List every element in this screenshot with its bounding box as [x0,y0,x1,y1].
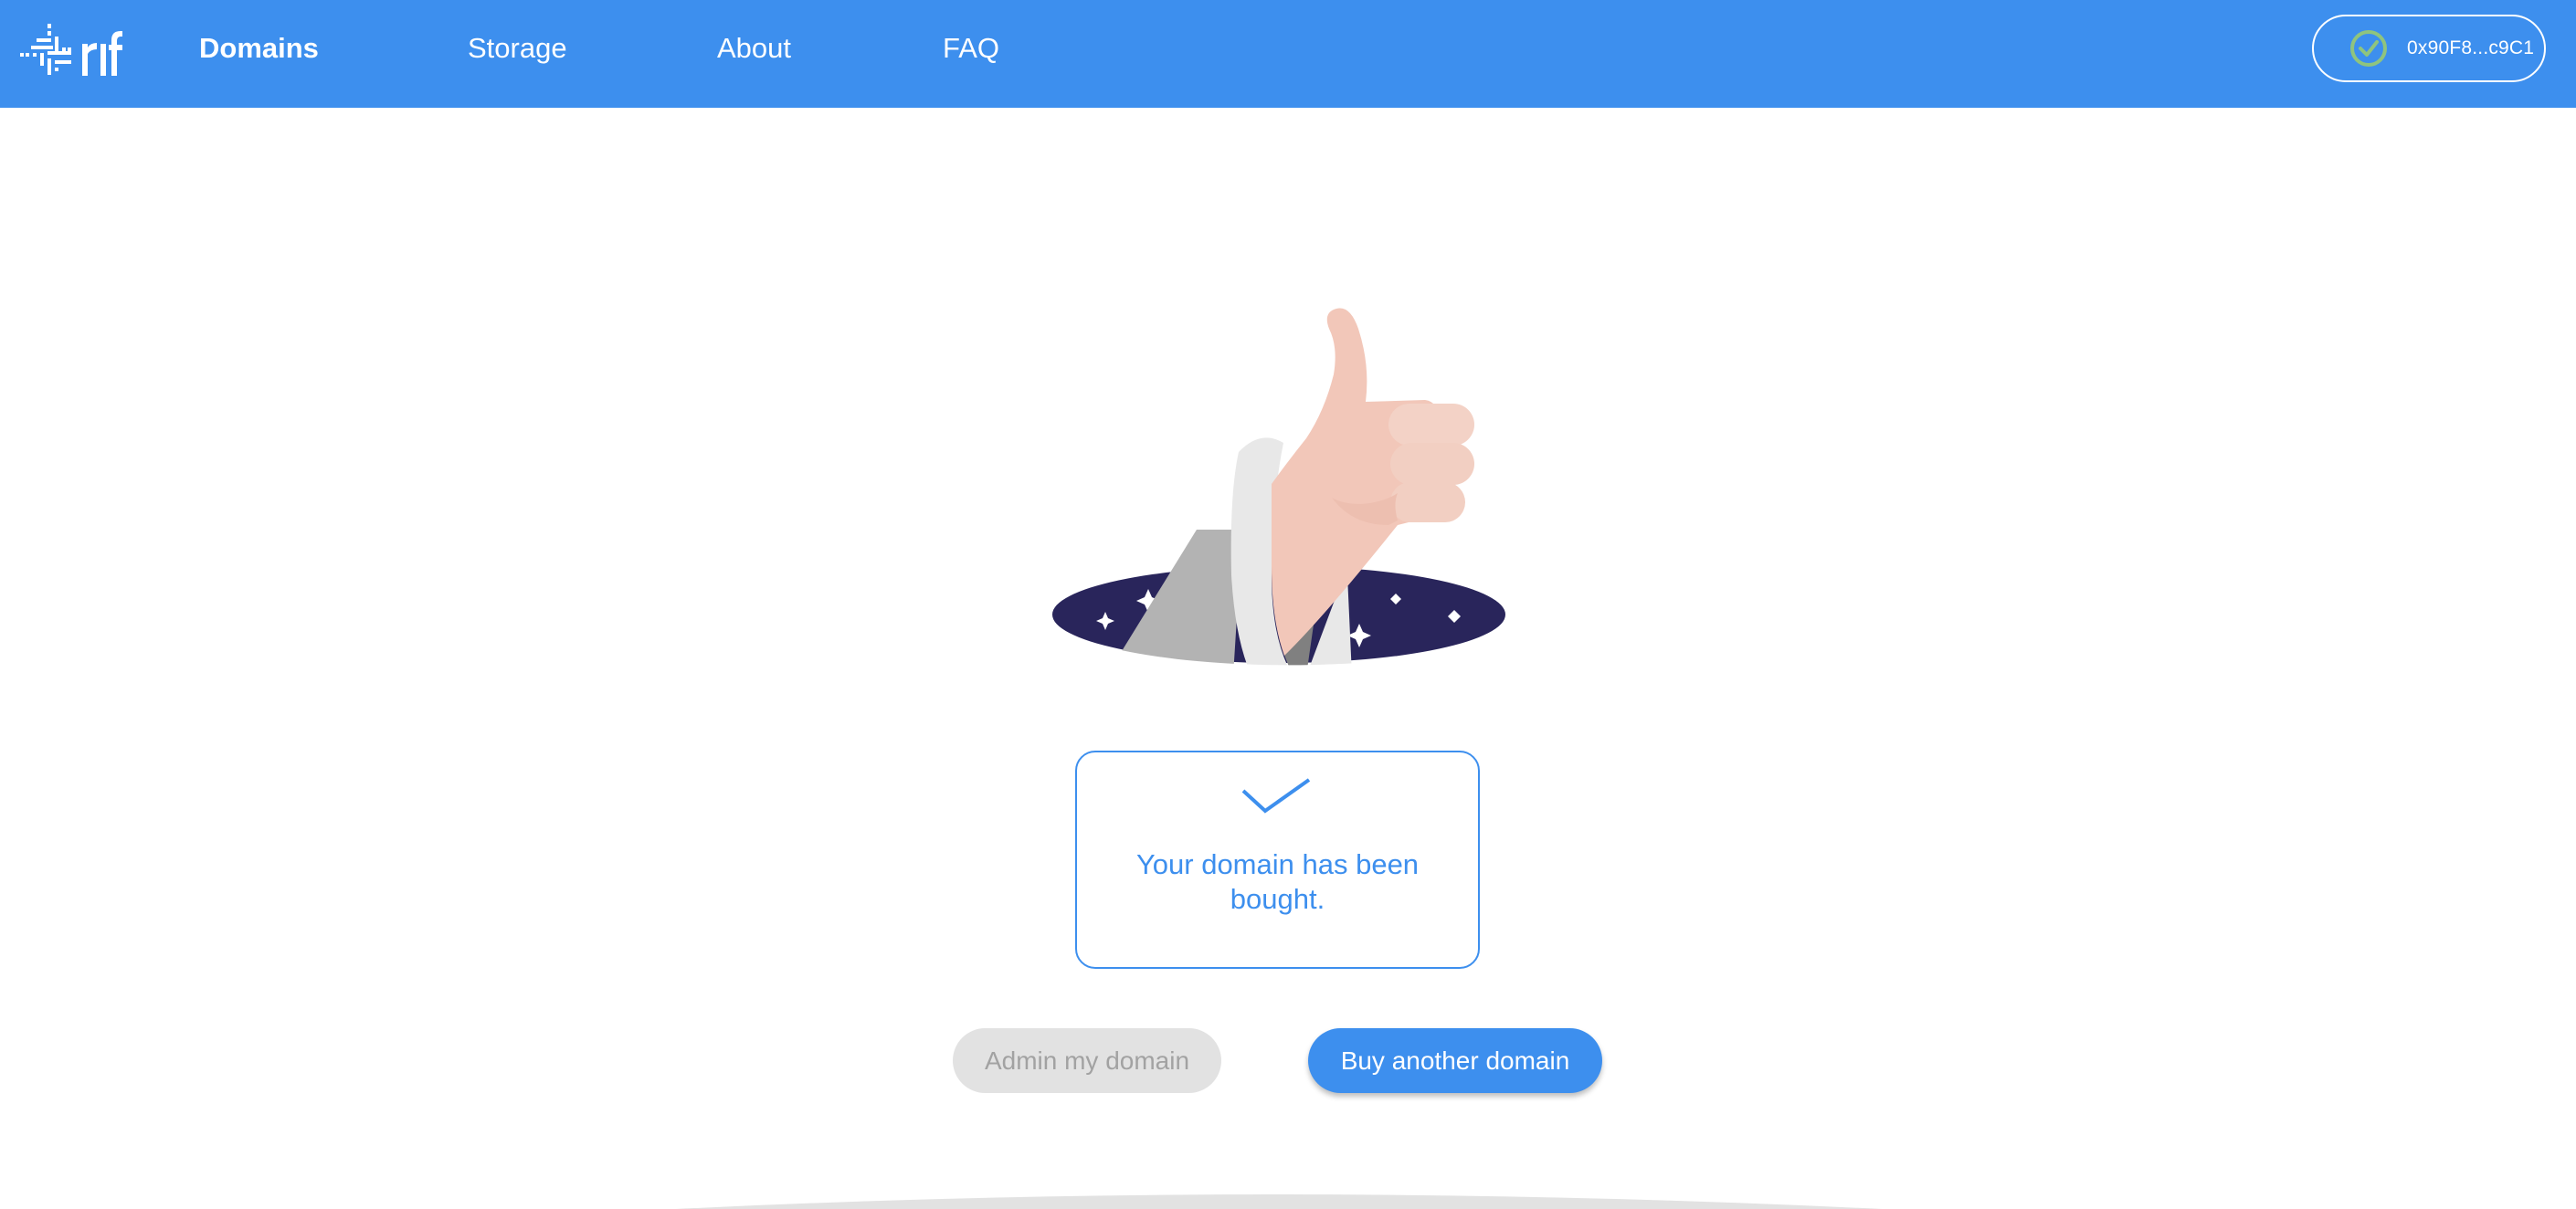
success-card: Your domain has been bought. [1075,751,1480,969]
top-nav-bar: Domains Storage About FAQ 0x90F8...c9C1 [0,0,2576,108]
thumbs-up-illustration [1052,308,1505,666]
buy-another-domain-button[interactable]: Buy another domain [1308,1028,1602,1093]
check-circle-icon [2350,30,2387,67]
nav-faq[interactable]: FAQ [943,29,999,68]
rif-logo[interactable] [13,20,122,79]
finger [1388,404,1474,446]
success-message: Your domain has been bought. [1135,848,1420,915]
logo-glyph-icon [20,24,71,75]
nav-storage[interactable]: Storage [468,29,567,68]
nav-domains[interactable]: Domains [199,29,319,68]
logo-wordmark [82,31,122,76]
admin-my-domain-button[interactable]: Admin my domain [953,1028,1221,1093]
finger [1390,443,1474,485]
finger [1390,482,1465,522]
wallet-account-button[interactable]: 0x90F8...c9C1 [2312,15,2546,82]
nav-about[interactable]: About [717,29,791,68]
checkmark-icon [1241,778,1311,814]
wallet-address: 0x90F8...c9C1 [2407,37,2535,58]
footer-arc-decoration [676,1194,1882,1209]
